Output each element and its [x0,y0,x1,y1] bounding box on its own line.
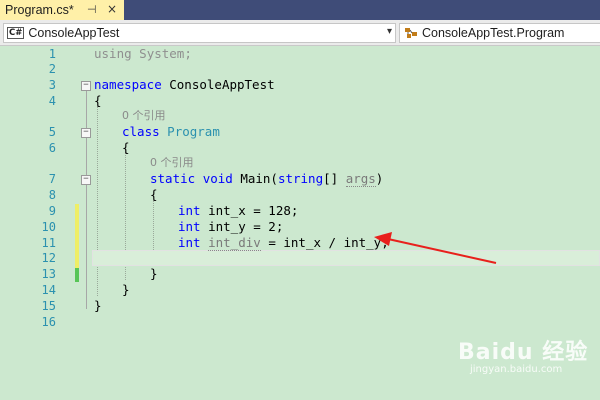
close-icon[interactable]: × [107,2,117,16]
code-line-7: static void Main(string[] args) [150,171,384,187]
code-line-4: { [94,93,102,108]
line-number: 7 [48,172,56,186]
code-line-5: class Program [122,124,220,139]
tab-program-cs[interactable]: Program.cs* ⊣ × [0,0,124,20]
class-dropdown[interactable]: ConsoleAppTest.Program [399,23,600,43]
code-line-3: namespace ConsoleAppTest [94,77,275,92]
line-number: 9 [48,204,56,218]
line-number: 4 [48,94,56,108]
line-number: 15 [41,299,56,313]
references-codelens[interactable]: 0 个引用 [150,156,194,170]
code-line-6: { [122,140,130,155]
project-dropdown[interactable]: C# ConsoleAppTest ▾ [3,23,396,43]
project-dropdown-label: ConsoleAppTest [28,26,120,40]
code-line-9: int int_x = 128; [178,203,299,218]
line-number: 12 [41,251,56,265]
class-icon [405,28,417,38]
line-number: 5 [48,125,56,139]
indent-guide [97,106,98,296]
collapse-class-icon[interactable]: − [81,128,91,138]
line-number: 13 [41,267,56,281]
unsaved-change-bar [75,252,79,268]
code-line-11: int int_div = int_x / int_y; [178,235,389,251]
collapse-namespace-icon[interactable]: − [81,81,91,91]
code-line-1: using System; [94,46,192,61]
line-number: 6 [48,141,56,155]
code-line-14: } [122,282,130,297]
line-number: 11 [41,236,56,250]
baidu-watermark: Baidu 经验 jingyan.baidu.com [458,334,588,375]
current-line-highlight [92,250,600,266]
saved-change-bar [75,268,79,282]
red-arrow-annotation [374,232,497,264]
code-line-10: int int_y = 2; [178,219,284,234]
line-number: 3 [48,78,56,92]
outline-line [86,90,87,309]
line-number: 1 [48,47,56,61]
line-number: 8 [48,188,56,202]
document-tab-strip: Program.cs* ⊣ × [0,0,600,20]
watermark-main: Baidu 经验 [458,340,589,365]
navigation-bar: C# ConsoleAppTest ▾ ConsoleAppTest.Progr… [0,20,600,46]
references-codelens[interactable]: 0 个引用 [122,109,166,123]
pin-icon[interactable]: ⊣ [87,3,97,16]
tab-title: Program.cs* [5,3,74,17]
line-number: 10 [41,220,56,234]
csharp-project-icon: C# [7,27,25,39]
line-number: 14 [41,283,56,297]
code-line-8: { [150,187,158,202]
chevron-down-icon[interactable]: ▾ [387,26,392,37]
collapse-method-icon[interactable]: − [81,175,91,185]
code-line-15: } [94,298,102,313]
code-line-13: } [150,266,158,281]
class-dropdown-label: ConsoleAppTest.Program [422,26,565,40]
line-number: 16 [41,315,56,329]
line-number: 2 [48,62,56,76]
unsaved-change-bar [75,204,79,252]
